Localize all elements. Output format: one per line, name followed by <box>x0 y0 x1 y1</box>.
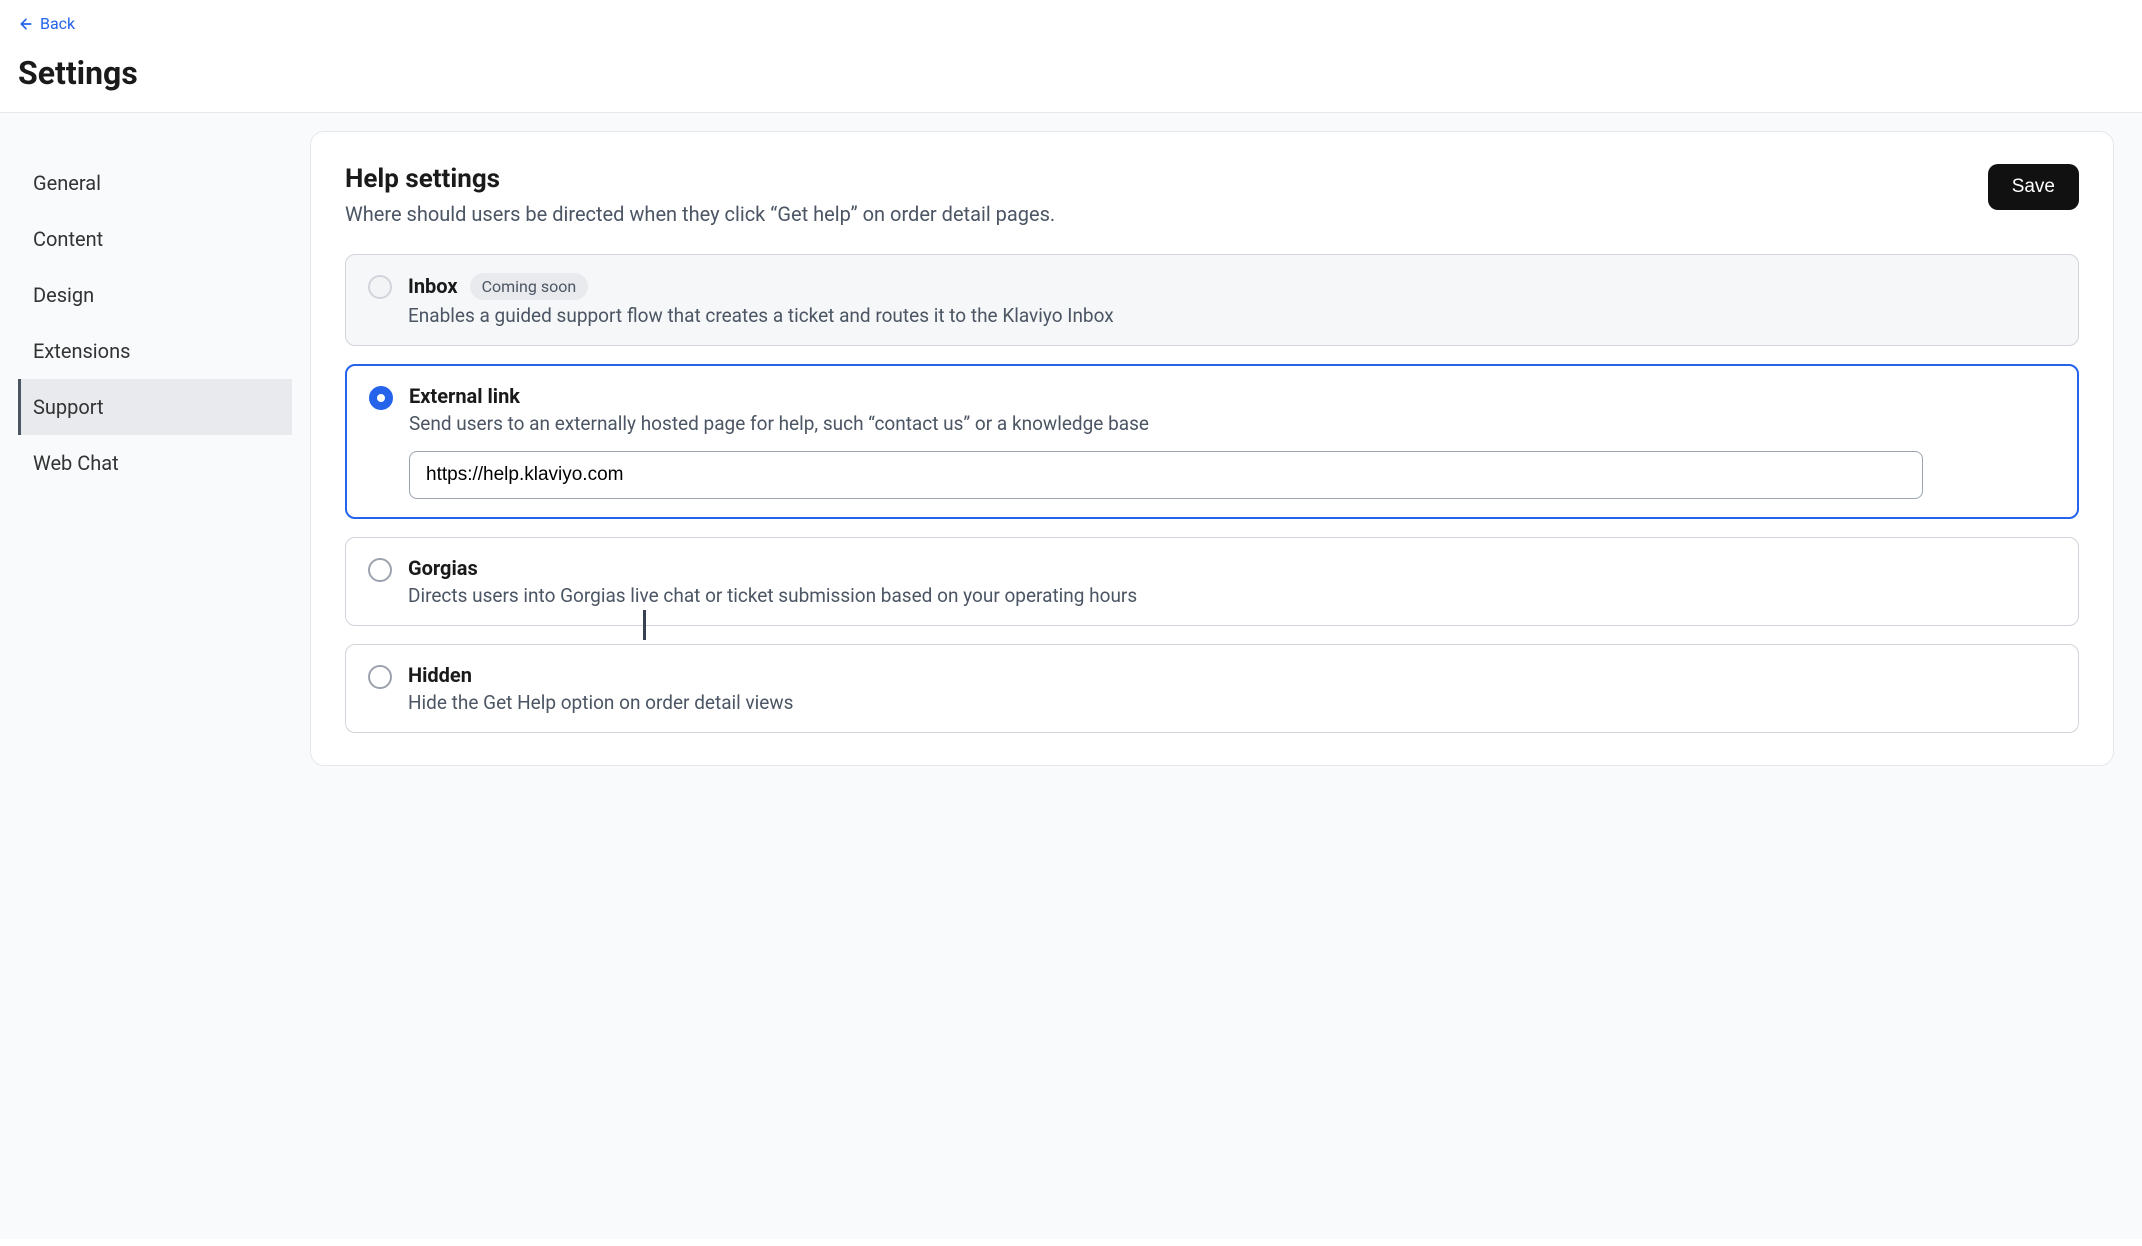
sidebar-item-extensions[interactable]: Extensions <box>18 323 292 379</box>
sidebar-item-support[interactable]: Support <box>18 379 292 435</box>
panel-subtitle: Where should users be directed when they… <box>345 202 1055 226</box>
option-gorgias-title: Gorgias <box>408 556 478 580</box>
option-external-desc: Send users to an externally hosted page … <box>409 412 2055 435</box>
save-button[interactable]: Save <box>1988 164 2079 210</box>
option-hidden[interactable]: Hidden Hide the Get Help option on order… <box>345 644 2079 733</box>
back-label: Back <box>40 14 75 33</box>
panel-title: Help settings <box>345 164 1055 194</box>
option-gorgias[interactable]: Gorgias Directs users into Gorgias live … <box>345 537 2079 626</box>
back-link[interactable]: Back <box>18 14 75 33</box>
radio-gorgias[interactable] <box>368 558 392 582</box>
page-title: Settings <box>0 36 2142 112</box>
option-inbox: Inbox Coming soon Enables a guided suppo… <box>345 254 2079 346</box>
option-inbox-title: Inbox <box>408 274 458 298</box>
option-inbox-desc: Enables a guided support flow that creat… <box>408 304 2056 327</box>
sidebar-item-design[interactable]: Design <box>18 267 292 323</box>
sidebar: General Content Design Extensions Suppor… <box>0 113 310 1239</box>
radio-external-link[interactable] <box>369 386 393 410</box>
arrow-left-icon <box>18 16 34 32</box>
sidebar-item-web-chat[interactable]: Web Chat <box>18 435 292 491</box>
radio-hidden[interactable] <box>368 665 392 689</box>
sidebar-item-content[interactable]: Content <box>18 211 292 267</box>
option-external-link[interactable]: External link Send users to an externall… <box>345 364 2079 519</box>
option-hidden-title: Hidden <box>408 663 472 687</box>
text-cursor-icon <box>643 610 646 640</box>
sidebar-item-general[interactable]: General <box>18 155 292 211</box>
settings-card: Help settings Where should users be dire… <box>310 131 2114 766</box>
badge-coming-soon: Coming soon <box>470 273 589 300</box>
radio-inbox <box>368 275 392 299</box>
option-gorgias-desc: Directs users into Gorgias live chat or … <box>408 584 2056 607</box>
option-hidden-desc: Hide the Get Help option on order detail… <box>408 691 2056 714</box>
option-external-title: External link <box>409 384 520 408</box>
external-url-input[interactable] <box>409 451 1923 499</box>
